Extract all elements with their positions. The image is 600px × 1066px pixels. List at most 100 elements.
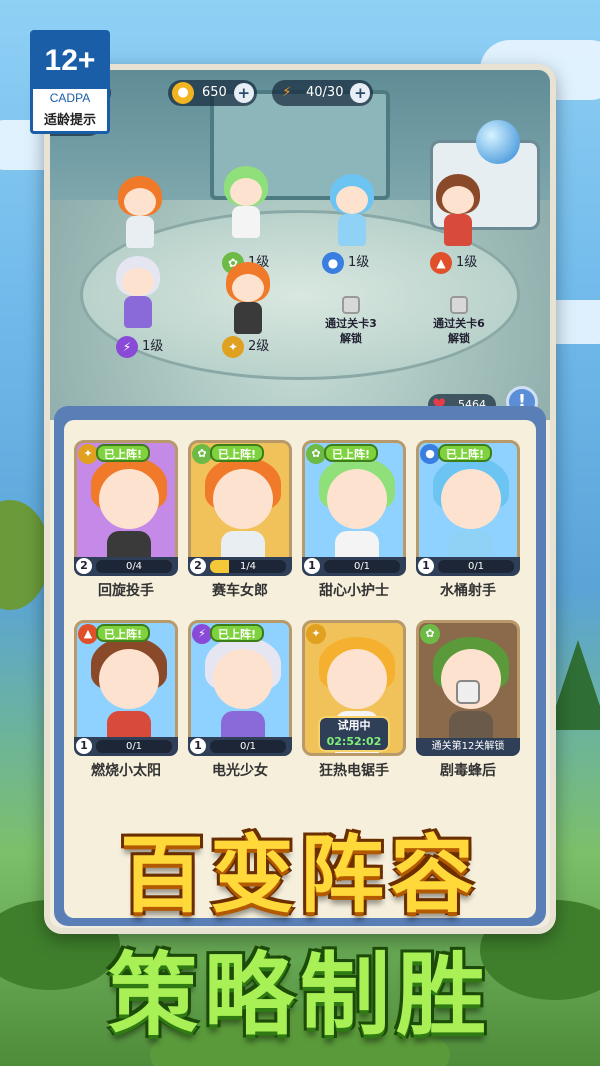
star-level: 1 [190,738,206,754]
resource-coin: ● 650 + [168,80,257,106]
element-icon: ▲ [78,624,98,644]
character-level-fire: ▲ 1级 [430,252,477,274]
upgrade-progress: 1 0/1 [74,737,178,756]
hero-card[interactable]: ⚡ 已上阵! 1 0/1 电光少女 [188,620,292,784]
hero-card[interactable]: ▲ 已上阵! 1 0/1 燃烧小太阳 [74,620,178,784]
element-icon: ✿ [420,624,440,644]
crystal-orb-icon [476,120,520,164]
character-face [442,186,474,214]
character-face [122,268,154,296]
upgrade-progress: 2 0/4 [74,557,178,576]
arena-character-nurse[interactable] [216,166,276,246]
arena-character-electric[interactable] [108,256,168,336]
progress-bar: 0/4 [96,560,172,573]
hero-card[interactable]: ✿ 已上阵! 1 0/1 甜心小护士 [302,440,406,604]
progress-text: 0/4 [125,561,143,572]
star-level: 1 [304,558,320,574]
deployed-badge: 已上阵! [210,444,265,462]
hero-name: 水桶射手 [440,583,496,599]
padlock-icon [456,680,480,704]
rating-hint: 适龄提示 [43,113,96,128]
deployed-badge: 已上阵! [96,444,151,462]
progress-bar: 0/1 [438,560,514,573]
star-level: 1 [418,558,434,574]
hero-name: 甜心小护士 [319,583,389,599]
upgrade-progress: 2 1/4 [188,557,292,576]
star-level: 1 [76,738,92,754]
arena-character-spinner[interactable] [218,262,278,342]
hero-name: 狂热电锯手 [319,763,389,779]
resource-value: 650 [202,85,227,100]
hero-card[interactable]: ✦ 试用中 02:52:02 狂热电锯手 [302,620,406,784]
lock-text: 通过关卡6 [433,317,485,330]
water-element-icon: ● [322,252,344,274]
hero-name: 电光少女 [212,763,268,779]
character-body [126,216,154,248]
upgrade-progress: 1 0/1 [416,557,520,576]
locked-slot[interactable]: 通过关卡6 解锁 [414,296,504,346]
progress-bar: 0/1 [96,740,172,753]
portrait-face [213,649,273,709]
hero-name: 赛车女郎 [212,583,268,599]
progress-text: 1/4 [239,561,257,572]
element-icon: ⚡ [192,624,212,644]
hero-name: 回旋投手 [98,583,154,599]
progress-text: 0/1 [353,561,371,572]
padlock-icon [450,296,468,314]
hero-name: 剧毒蜂后 [440,763,496,779]
hero-card[interactable]: ● 已上阵! 1 0/1 水桶射手 [416,440,520,604]
level-text: 1级 [456,255,478,270]
character-face [230,178,262,206]
character-level-electric: ⚡ 1级 [116,336,163,358]
lightning-element-icon: ⚡ [116,336,138,358]
hero-card[interactable]: ✦ 已上阵! 2 0/4 回旋投手 [74,440,178,604]
deployed-badge: 已上阵! [96,624,151,642]
rating-org: CADPA [49,91,91,105]
progress-text: 0/1 [467,561,485,572]
upgrade-progress: 1 0/1 [302,557,406,576]
arena-character-water[interactable] [322,174,382,254]
character-face [232,274,264,302]
hero-name: 燃烧小太阳 [91,763,161,779]
fire-element-icon: ▲ [430,252,452,274]
add-coin-button[interactable]: + [233,83,254,103]
character-body [338,214,366,246]
resource-energy: ⚡ 40/30 + [272,80,374,106]
age-rating-value: 12+ [33,33,107,89]
character-body [124,296,152,328]
slogan-line-1: 百变阵容 [119,826,480,924]
element-icon: ✿ [306,444,326,464]
hero-card[interactable]: ✿ 已上阵! 2 1/4 赛车女郎 [188,440,292,604]
trial-countdown: 02:52:02 [326,735,382,748]
locked-slot[interactable]: 通过关卡3 解锁 [306,296,396,346]
deployed-badge: 已上阵! [210,624,265,642]
level-text: 2级 [248,339,270,354]
arena-character-racer[interactable] [110,176,170,256]
battle-arena: ◆ 00 + ● 650 + ⚡ 40/30 + ■ 0 + [50,70,550,420]
padlock-icon [342,296,360,314]
unlock-requirement: 通关第12关解锁 [416,738,520,756]
trial-label: 试用中 [337,719,371,732]
progress-text: 0/1 [125,741,143,752]
add-energy-button[interactable]: + [350,83,371,103]
arena-character-fire[interactable] [428,174,488,254]
game-screen: ◆ 00 + ● 650 + ⚡ 40/30 + ■ 0 + [44,64,556,934]
element-icon: ● [420,444,440,464]
element-icon: ✦ [306,624,326,644]
deployed-badge: 已上阵! [324,444,379,462]
character-body [232,206,260,238]
character-face [336,186,368,214]
lock-text: 通过关卡3 [325,317,377,330]
trial-timer: 试用中 02:52:02 [318,716,390,752]
hero-card[interactable]: ✿ 通关第12关解锁 剧毒蜂后 [416,620,520,784]
character-face [124,188,156,216]
character-level-spinner: ✦ 2级 [222,336,269,358]
portrait-face [441,469,501,529]
progress-bar: 0/1 [324,560,400,573]
progress-bar: 0/1 [210,740,286,753]
character-body [234,302,262,334]
character-body [444,214,472,246]
level-text: 1级 [142,339,164,354]
portrait-face [327,649,387,709]
portrait-face [213,469,273,529]
